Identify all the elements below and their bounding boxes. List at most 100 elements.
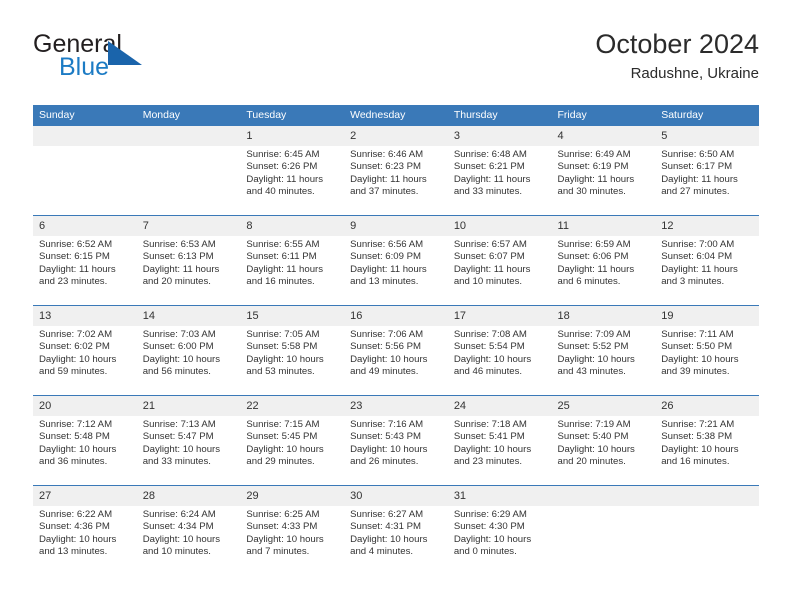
sunrise-text: Sunrise: 6:50 AM: [661, 149, 735, 160]
sunrise-text: Sunrise: 7:19 AM: [557, 419, 631, 430]
day-details: Sunrise: 6:46 AM Sunset: 6:23 PM Daylight:…: [344, 146, 448, 199]
daylight-text: Daylight: 11 hours and 6 minutes.: [557, 263, 635, 288]
sunset-text: Sunset: 6:23 PM: [350, 161, 422, 173]
daylight-text: Daylight: 11 hours and 3 minutes.: [661, 263, 738, 288]
day-number: 12: [655, 216, 759, 236]
calendar-day-cell[interactable]: 9 Sunrise: 6:56 AM Sunset: 6:09 PM Daylight…: [344, 215, 448, 306]
calendar-day-cell[interactable]: 12 Sunrise: 7:00 AM Sunset: 6:04 PM Dayligh…: [655, 215, 759, 306]
day-number: 21: [136, 396, 241, 416]
logo-triangle-icon: [108, 41, 142, 65]
daylight-text: Daylight: 11 hours and 20 minutes.: [142, 263, 220, 288]
sunrise-text: Sunrise: 7:08 AM: [453, 329, 527, 340]
daylight-text: Daylight: 11 hours and 23 minutes.: [39, 263, 116, 288]
sunrise-text: Sunrise: 6:46 AM: [350, 149, 424, 160]
calendar-week-row: 1 Sunrise: 6:45 AM Sunset: 6:26 PM Daylight…: [33, 126, 759, 216]
sunset-text: Sunset: 6:21 PM: [453, 161, 525, 173]
calendar-day-cell[interactable]: 26 Sunrise: 7:21 AM Sunset: 5:38 PM Dayligh…: [655, 395, 759, 486]
daylight-text: Daylight: 10 hours and 4 minutes.: [350, 533, 428, 558]
calendar-day-cell[interactable]: 21 Sunrise: 7:13 AM Sunset: 5:47 PM Dayligh…: [136, 395, 241, 486]
day-details: Sunrise: 7:13 AM Sunset: 5:47 PM Daylight:…: [137, 416, 241, 469]
sunrise-text: Sunrise: 6:22 AM: [39, 509, 113, 520]
calendar-day-cell[interactable]: 22 Sunrise: 7:15 AM Sunset: 5:45 PM Dayligh…: [240, 395, 345, 486]
sunset-text: Sunset: 6:17 PM: [661, 161, 733, 173]
daylight-text: Daylight: 10 hours and 13 minutes.: [39, 533, 117, 558]
sunrise-text: Sunrise: 7:02 AM: [39, 329, 113, 340]
title-block: October 2024 Radushne, Ukraine: [595, 28, 759, 84]
calendar-day-cell[interactable]: 31 Sunrise: 6:29 AM Sunset: 4:30 PM Dayligh…: [447, 485, 552, 575]
weekday-header-row: Sunday Monday Tuesday Wednesday Thursday…: [33, 105, 759, 126]
day-number: [136, 126, 241, 146]
sunset-text: Sunset: 5:56 PM: [350, 341, 422, 353]
daylight-text: Daylight: 10 hours and 20 minutes.: [557, 443, 635, 468]
day-details: Sunrise: 6:27 AM Sunset: 4:31 PM Daylight:…: [344, 506, 448, 559]
calendar-day-cell[interactable]: 8 Sunrise: 6:55 AM Sunset: 6:11 PM Daylight…: [240, 215, 345, 306]
calendar-day-cell[interactable]: 25 Sunrise: 7:19 AM Sunset: 5:40 PM Dayligh…: [551, 395, 656, 486]
daylight-text: Daylight: 10 hours and 0 minutes.: [453, 533, 532, 558]
weekday-header-tuesday: Tuesday: [240, 105, 345, 126]
calendar-day-cell[interactable]: 3 Sunrise: 6:48 AM Sunset: 6:21 PM Daylight…: [447, 126, 552, 216]
page-header: General Blue October 2024 Radushne, Ukra…: [33, 28, 759, 94]
sunset-text: Sunset: 5:48 PM: [39, 431, 110, 443]
sunset-text: Sunset: 6:06 PM: [557, 251, 629, 263]
calendar-day-cell[interactable]: 19 Sunrise: 7:11 AM Sunset: 5:50 PM Dayligh…: [655, 305, 759, 396]
sunset-text: Sunset: 5:43 PM: [350, 431, 422, 443]
day-number: 2: [344, 126, 448, 146]
calendar-day-cell[interactable]: 1 Sunrise: 6:45 AM Sunset: 6:26 PM Daylight…: [240, 126, 345, 216]
calendar-day-cell[interactable]: 27 Sunrise: 6:22 AM Sunset: 4:36 PM Dayligh…: [33, 485, 137, 575]
calendar-day-cell[interactable]: 30 Sunrise: 6:27 AM Sunset: 4:31 PM Dayligh…: [344, 485, 448, 575]
day-number: 27: [33, 486, 137, 506]
day-details: Sunrise: 7:00 AM Sunset: 6:04 PM Daylight:…: [655, 236, 759, 289]
calendar-day-cell[interactable]: 5 Sunrise: 6:50 AM Sunset: 6:17 PM Daylight…: [655, 126, 759, 216]
sunset-text: Sunset: 5:47 PM: [142, 431, 214, 443]
day-number: [33, 126, 137, 146]
day-details: Sunrise: 7:08 AM Sunset: 5:54 PM Daylight:…: [448, 326, 552, 379]
calendar-day-cell[interactable]: 2 Sunrise: 6:46 AM Sunset: 6:23 PM Daylight…: [344, 126, 448, 216]
daylight-text: Daylight: 10 hours and 26 minutes.: [350, 443, 428, 468]
day-details: Sunrise: 6:24 AM Sunset: 4:34 PM Daylight:…: [137, 506, 241, 559]
day-number: 8: [240, 216, 345, 236]
calendar-day-cell[interactable]: 16 Sunrise: 7:06 AM Sunset: 5:56 PM Dayligh…: [344, 305, 448, 396]
day-number: 25: [551, 396, 656, 416]
calendar-day-cell[interactable]: 4 Sunrise: 6:49 AM Sunset: 6:19 PM Daylight…: [551, 126, 656, 216]
day-details: Sunrise: 7:12 AM Sunset: 5:48 PM Daylight:…: [33, 416, 137, 469]
weekday-header-sunday: Sunday: [33, 105, 137, 126]
day-details: Sunrise: 6:53 AM Sunset: 6:13 PM Daylight:…: [137, 236, 241, 289]
calendar-day-cell[interactable]: 18 Sunrise: 7:09 AM Sunset: 5:52 PM Dayligh…: [551, 305, 656, 396]
day-number: 9: [344, 216, 448, 236]
calendar-day-cell[interactable]: 14 Sunrise: 7:03 AM Sunset: 6:00 PM Dayligh…: [136, 305, 241, 396]
day-details: Sunrise: 6:22 AM Sunset: 4:36 PM Daylight:…: [33, 506, 137, 559]
calendar-day-cell[interactable]: 7 Sunrise: 6:53 AM Sunset: 6:13 PM Daylight…: [136, 215, 241, 306]
sunset-text: Sunset: 5:52 PM: [557, 341, 629, 353]
weekday-header-saturday: Saturday: [655, 105, 759, 126]
calendar-day-cell[interactable]: 6 Sunrise: 6:52 AM Sunset: 6:15 PM Daylight…: [33, 215, 137, 306]
day-number: [655, 486, 759, 506]
sunrise-text: Sunrise: 7:00 AM: [661, 239, 735, 250]
calendar-day-cell[interactable]: 11 Sunrise: 6:59 AM Sunset: 6:06 PM Dayligh…: [551, 215, 656, 306]
calendar-day-cell-empty: [136, 126, 241, 216]
calendar-day-cell[interactable]: 17 Sunrise: 7:08 AM Sunset: 5:54 PM Dayligh…: [447, 305, 552, 396]
day-number: 4: [551, 126, 656, 146]
sunset-text: Sunset: 5:58 PM: [246, 341, 318, 353]
sunset-text: Sunset: 5:38 PM: [661, 431, 733, 443]
sunset-text: Sunset: 4:34 PM: [142, 521, 214, 533]
sunrise-text: Sunrise: 7:11 AM: [661, 329, 734, 340]
day-details: Sunrise: 6:49 AM Sunset: 6:19 PM Daylight:…: [552, 146, 656, 199]
sunrise-text: Sunrise: 7:12 AM: [39, 419, 113, 430]
day-number: 1: [240, 126, 345, 146]
day-number: 3: [447, 126, 552, 146]
sunset-text: Sunset: 5:45 PM: [246, 431, 318, 443]
day-details: Sunrise: 6:59 AM Sunset: 6:06 PM Daylight:…: [552, 236, 656, 289]
calendar-day-cell[interactable]: 15 Sunrise: 7:05 AM Sunset: 5:58 PM Dayligh…: [240, 305, 345, 396]
calendar-day-cell[interactable]: 29 Sunrise: 6:25 AM Sunset: 4:33 PM Dayligh…: [240, 485, 345, 575]
calendar-day-cell[interactable]: 23 Sunrise: 7:16 AM Sunset: 5:43 PM Dayligh…: [344, 395, 448, 486]
day-details: Sunrise: 7:21 AM Sunset: 5:38 PM Daylight:…: [655, 416, 759, 469]
general-blue-logo: General Blue: [33, 30, 223, 88]
day-number: 20: [33, 396, 137, 416]
calendar-day-cell[interactable]: 28 Sunrise: 6:24 AM Sunset: 4:34 PM Dayligh…: [136, 485, 241, 575]
calendar-day-cell[interactable]: 24 Sunrise: 7:18 AM Sunset: 5:41 PM Dayligh…: [447, 395, 552, 486]
calendar-day-cell[interactable]: 13 Sunrise: 7:02 AM Sunset: 6:02 PM Dayligh…: [33, 305, 137, 396]
calendar-day-cell-empty: [551, 485, 656, 575]
day-number: 28: [136, 486, 241, 506]
calendar-day-cell[interactable]: 10 Sunrise: 6:57 AM Sunset: 6:07 PM Dayligh…: [447, 215, 552, 306]
calendar-day-cell[interactable]: 20 Sunrise: 7:12 AM Sunset: 5:48 PM Dayligh…: [33, 395, 137, 486]
